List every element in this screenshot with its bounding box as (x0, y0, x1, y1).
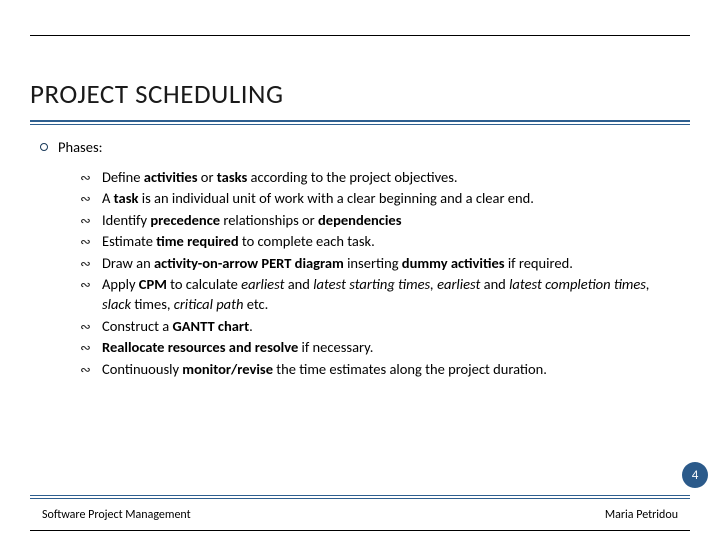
level2-text: Reallocate resources and resolve if nece… (102, 338, 680, 358)
page-number: 4 (692, 468, 699, 483)
page-number-badge: 4 (682, 462, 708, 488)
level2-item: ∾Reallocate resources and resolve if nec… (80, 338, 680, 358)
script-bullet-icon: ∾ (80, 168, 102, 188)
script-bullet-icon: ∾ (80, 254, 102, 274)
script-bullet-icon: ∾ (80, 275, 102, 314)
script-bullet-icon: ∾ (80, 189, 102, 209)
level2-list: ∾Define activities or tasks according to… (80, 168, 680, 380)
level2-item: ∾Continuously monitor/revise the time es… (80, 360, 680, 380)
level2-text: Identify precedence relationships or dep… (102, 211, 680, 231)
footer-right: Maria Petridou (605, 508, 678, 522)
footer-rule (30, 495, 690, 496)
script-bullet-icon: ∾ (80, 360, 102, 380)
level2-text: Continuously monitor/revise the time est… (102, 360, 680, 380)
level2-item: ∾Construct a GANTT chart. (80, 317, 680, 337)
script-bullet-icon: ∾ (80, 338, 102, 358)
level2-item: ∾Estimate time required to complete each… (80, 232, 680, 252)
content-area: Phases: ∾Define activities or tasks acco… (40, 138, 680, 381)
level2-item: ∾Apply CPM to calculate earliest and lat… (80, 275, 680, 314)
level2-item: ∾Define activities or tasks according to… (80, 168, 680, 188)
level2-text: Construct a GANTT chart. (102, 317, 680, 337)
title-rule (30, 120, 690, 122)
slide: PROJECT SCHEDULING Phases: ∾Define activ… (0, 0, 720, 540)
script-bullet-icon: ∾ (80, 317, 102, 337)
level2-text: Define activities or tasks according to … (102, 168, 680, 188)
level2-text: A task is an individual unit of work wit… (102, 189, 680, 209)
bottom-border (30, 530, 690, 540)
top-border (30, 0, 690, 36)
level2-item: ∾Draw an activity-on-arrow PERT diagram … (80, 254, 680, 274)
script-bullet-icon: ∾ (80, 211, 102, 231)
level2-text: Apply CPM to calculate earliest and late… (102, 275, 680, 314)
footer-rule-inner (30, 498, 690, 499)
slide-title: PROJECT SCHEDULING (30, 78, 284, 111)
level2-item: ∾A task is an individual unit of work wi… (80, 189, 680, 209)
footer-left: Software Project Management (42, 508, 191, 522)
title-rule-inner (30, 124, 690, 125)
level1-text: Phases: (58, 138, 103, 158)
level2-text: Estimate time required to complete each … (102, 232, 680, 252)
circle-bullet-icon (40, 138, 58, 158)
level1-item: Phases: (40, 138, 680, 158)
level2-item: ∾Identify precedence relationships or de… (80, 211, 680, 231)
level2-text: Draw an activity-on-arrow PERT diagram i… (102, 254, 680, 274)
script-bullet-icon: ∾ (80, 232, 102, 252)
